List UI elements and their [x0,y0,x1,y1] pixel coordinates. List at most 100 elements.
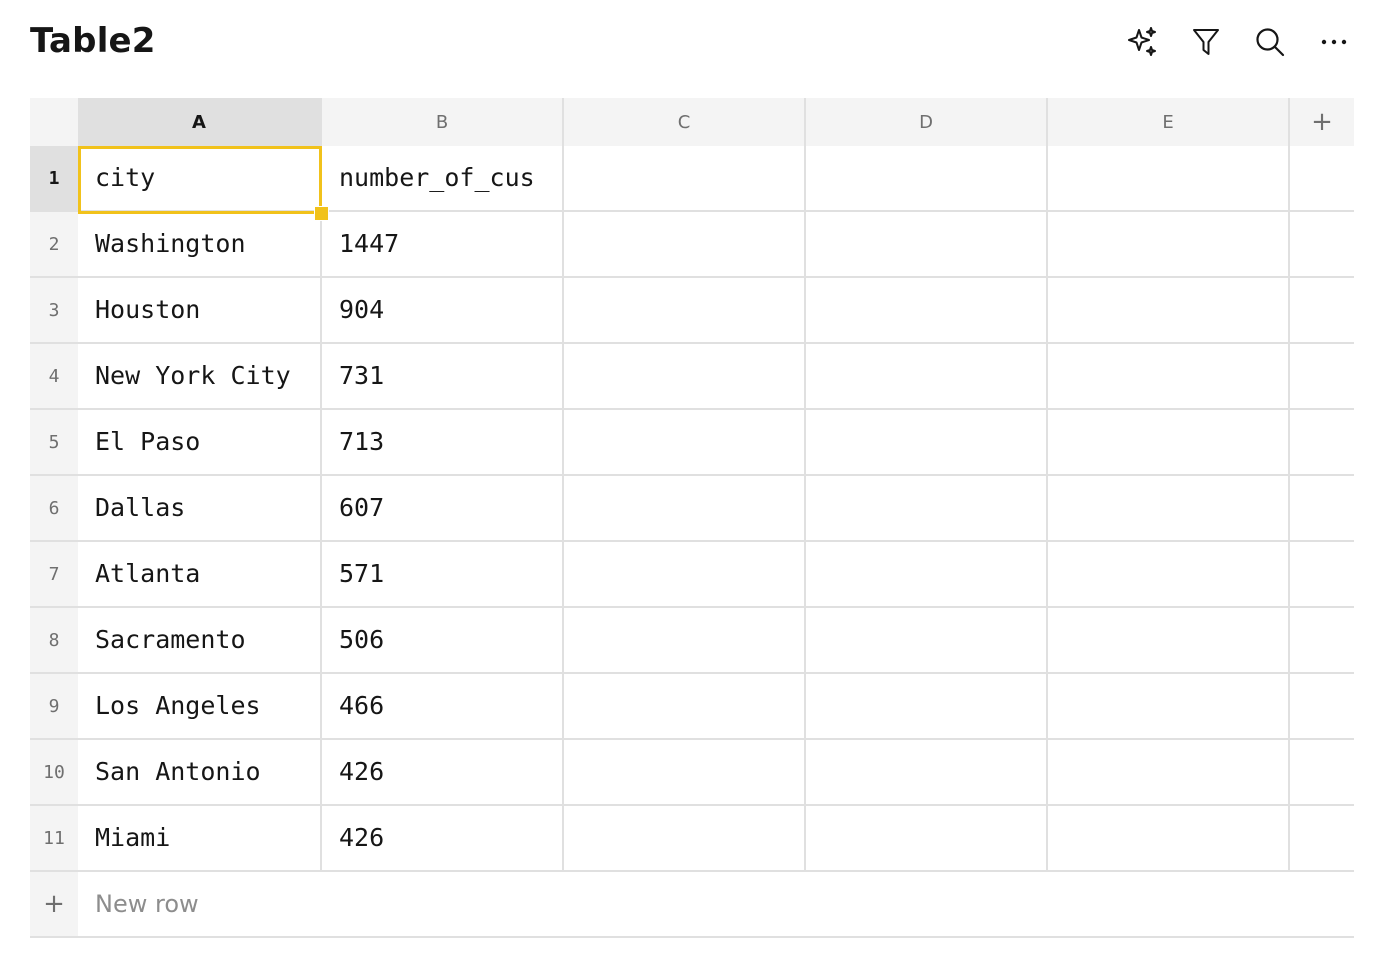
cell-text [581,740,801,804]
sparkle-icon[interactable] [1122,22,1162,62]
table-row: 2 Washington 1447 [30,212,1354,278]
row-number[interactable]: 7 [30,542,78,608]
cell-b[interactable]: 466 [322,674,564,740]
cell-text [823,212,1043,276]
cell-d[interactable] [806,608,1048,674]
cell-d[interactable] [806,212,1048,278]
cell-text [581,146,801,210]
cell-text: number_of_cus [339,163,535,192]
row-number[interactable]: 6 [30,476,78,542]
cell-e[interactable] [1048,806,1290,872]
cell-d[interactable] [806,146,1048,212]
cell-d[interactable] [806,674,1048,740]
cell-a[interactable]: Dallas [78,476,322,542]
row-trailing-cell [1290,212,1354,278]
cell-d[interactable] [806,344,1048,410]
cell-c[interactable] [564,344,806,410]
cell-a[interactable]: Houston [78,278,322,344]
cell-e[interactable] [1048,674,1290,740]
cell-b[interactable]: 713 [322,410,564,476]
cell-e[interactable] [1048,740,1290,806]
cell-e[interactable] [1048,608,1290,674]
cell-a[interactable]: New York City [78,344,322,410]
cell-a[interactable]: Atlanta [78,542,322,608]
cell-a[interactable]: city [78,146,322,212]
cell-c[interactable] [564,212,806,278]
cell-text [823,344,1043,408]
row-trailing-cell [1290,806,1354,872]
cell-b[interactable]: 607 [322,476,564,542]
cell-text [1065,608,1285,672]
cell-b[interactable]: 571 [322,542,564,608]
table-row: 6 Dallas 607 [30,476,1354,542]
row-number[interactable]: 9 [30,674,78,740]
cell-text: 607 [339,493,385,522]
column-header-a[interactable]: A [78,98,322,146]
cell-a[interactable]: Washington [78,212,322,278]
cell-a[interactable]: Sacramento [78,608,322,674]
column-header-b[interactable]: B [322,98,564,146]
cell-a[interactable]: Miami [78,806,322,872]
cell-e[interactable] [1048,212,1290,278]
cell-text: 571 [339,559,385,588]
fill-handle[interactable] [314,206,329,221]
cell-c[interactable] [564,476,806,542]
cell-d[interactable] [806,542,1048,608]
new-row-button[interactable]: + New row [30,872,1354,938]
row-number[interactable]: 11 [30,806,78,872]
cell-text [1065,410,1285,474]
cell-e[interactable] [1048,146,1290,212]
cell-e[interactable] [1048,476,1290,542]
row-number[interactable]: 3 [30,278,78,344]
cell-c[interactable] [564,740,806,806]
cell-b[interactable]: 904 [322,278,564,344]
search-icon[interactable] [1250,22,1290,62]
cell-text [1065,146,1285,210]
cell-e[interactable] [1048,278,1290,344]
cell-c[interactable] [564,806,806,872]
cell-c[interactable] [564,674,806,740]
corner-cell[interactable] [30,98,78,146]
cell-a[interactable]: San Antonio [78,740,322,806]
cell-e[interactable] [1048,344,1290,410]
cell-b[interactable]: 506 [322,608,564,674]
row-number[interactable]: 4 [30,344,78,410]
cell-b[interactable]: 1447 [322,212,564,278]
table-row: 8 Sacramento 506 [30,608,1354,674]
cell-a[interactable]: El Paso [78,410,322,476]
cell-text [1065,212,1285,276]
column-header-e[interactable]: E [1048,98,1290,146]
cell-e[interactable] [1048,542,1290,608]
column-header-c[interactable]: C [564,98,806,146]
column-header-d[interactable]: D [806,98,1048,146]
cell-d[interactable] [806,740,1048,806]
column-header-row: A B C D E + [30,98,1354,146]
row-number[interactable]: 1 [30,146,78,212]
cell-d[interactable] [806,806,1048,872]
cell-c[interactable] [564,278,806,344]
row-number[interactable]: 5 [30,410,78,476]
cell-text [1065,476,1285,540]
row-trailing-cell [1290,146,1354,212]
cell-e[interactable] [1048,410,1290,476]
filter-icon[interactable] [1186,22,1226,62]
row-number[interactable]: 2 [30,212,78,278]
cell-c[interactable] [564,410,806,476]
row-number[interactable]: 8 [30,608,78,674]
cell-c[interactable] [564,146,806,212]
cell-b[interactable]: 426 [322,740,564,806]
cell-text: 904 [339,295,385,324]
cell-d[interactable] [806,278,1048,344]
cell-text: 466 [339,691,385,720]
cell-a[interactable]: Los Angeles [78,674,322,740]
cell-d[interactable] [806,476,1048,542]
cell-b[interactable]: 731 [322,344,564,410]
cell-b[interactable]: number_of_cus [322,146,564,212]
more-icon[interactable] [1314,22,1354,62]
cell-d[interactable] [806,410,1048,476]
cell-b[interactable]: 426 [322,806,564,872]
cell-c[interactable] [564,542,806,608]
row-number[interactable]: 10 [30,740,78,806]
add-column-button[interactable]: + [1290,98,1354,146]
cell-c[interactable] [564,608,806,674]
